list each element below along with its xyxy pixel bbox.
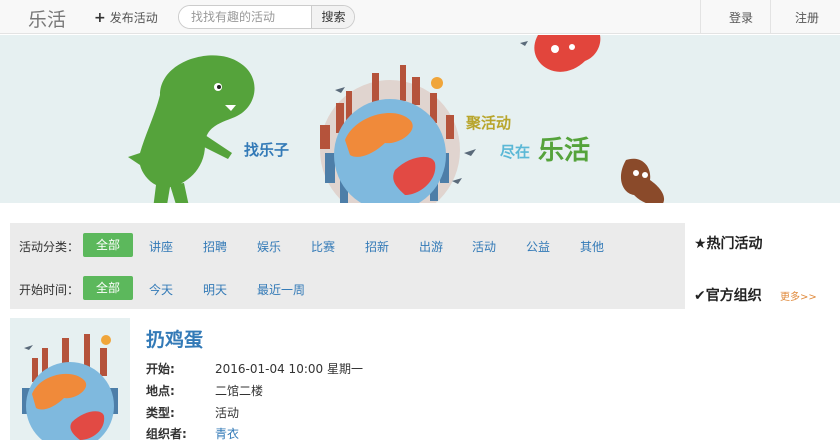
category-chip-recruit[interactable]: 招聘 (203, 238, 227, 255)
category-chip-other[interactable]: 其他 (580, 238, 604, 255)
green-dinosaur-icon (128, 55, 255, 203)
category-chip-charity[interactable]: 公益 (526, 238, 550, 255)
event-organizer-link[interactable]: 青衣 (215, 425, 239, 442)
category-chip-competition[interactable]: 比赛 (311, 238, 335, 255)
nav-divider (770, 0, 771, 34)
register-link[interactable]: 注册 (795, 9, 819, 26)
official-orgs-title: ✔官方组织 (694, 288, 762, 304)
brand-logo[interactable]: 乐活 (28, 5, 66, 32)
login-link[interactable]: 登录 (729, 9, 753, 26)
banner-text-3-main: 乐活 (538, 136, 590, 166)
globe-illustration (320, 65, 460, 203)
category-chip-activity[interactable]: 活动 (472, 238, 496, 255)
hero-banner: 找乐子 聚活动 尽在 乐活 (0, 35, 840, 203)
red-monster-icon (534, 35, 601, 72)
event-type-value: 活动 (215, 406, 240, 420)
category-chip-entertainment[interactable]: 娱乐 (257, 238, 281, 255)
category-chip-club-recruit[interactable]: 招新 (365, 238, 389, 255)
time-chip-tomorrow[interactable]: 明天 (203, 281, 227, 298)
publish-label: 发布活动 (109, 11, 158, 25)
brown-creature-icon (620, 158, 665, 203)
top-navbar: 乐活 +发布活动 搜索 登录 注册 (0, 0, 840, 34)
publish-activity-button[interactable]: + 发布活动 (94, 9, 158, 26)
category-chip-all[interactable]: 全部 (83, 233, 133, 257)
time-chip-all[interactable]: 全部 (83, 276, 133, 300)
hot-activities-title: ★热门活动 (694, 236, 763, 252)
event-start-label: 开始: (146, 362, 175, 376)
globe-thumbnail-image (22, 334, 118, 440)
nav-divider (700, 0, 701, 34)
search-button[interactable]: 搜索 (311, 6, 354, 28)
search-form: 搜索 (178, 5, 355, 29)
event-thumbnail[interactable] (10, 318, 130, 440)
banner-text-1: 找乐子 (244, 141, 289, 159)
banner-illustration: 找乐子 聚活动 尽在 乐活 (128, 35, 665, 203)
event-title[interactable]: 扔鸡蛋 (146, 325, 203, 352)
event-start-value: 2016-01-04 10:00 星期一 (215, 362, 363, 376)
event-type-label: 类型: (146, 406, 175, 420)
category-chip-lecture[interactable]: 讲座 (149, 238, 173, 255)
plus-icon: + (94, 10, 106, 26)
event-location-label: 地点: (146, 384, 175, 398)
category-chip-trip[interactable]: 出游 (419, 238, 443, 255)
event-organizer-label: 组织者: (146, 427, 187, 441)
search-input[interactable] (179, 6, 311, 28)
banner-text-3-prefix: 尽在 (500, 143, 530, 161)
banner-text-2: 聚活动 (465, 114, 511, 132)
time-chip-week[interactable]: 最近一周 (257, 281, 305, 298)
more-orgs-link[interactable]: 更多>> (780, 288, 817, 303)
event-location-value: 二馆二楼 (215, 384, 264, 398)
time-chip-today[interactable]: 今天 (149, 281, 173, 298)
time-filter-label: 开始时间： (19, 283, 80, 297)
category-filter-label: 活动分类： (19, 240, 80, 254)
filter-panel: 活动分类： 全部 讲座 招聘 娱乐 比赛 招新 出游 活动 公益 其他 开始时间… (10, 223, 685, 309)
